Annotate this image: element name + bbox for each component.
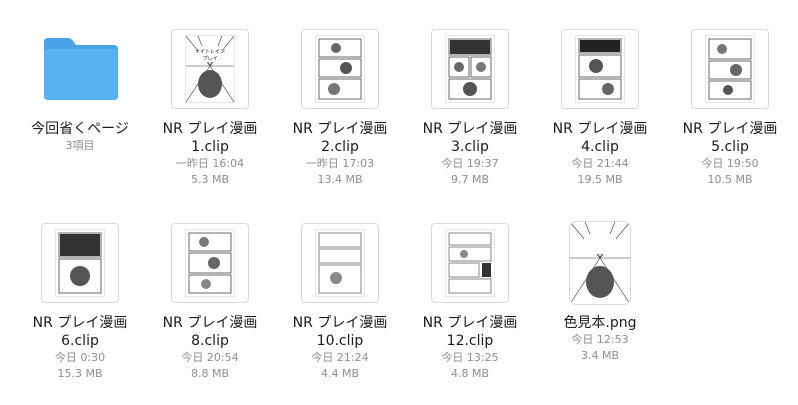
file-size: 4.4 MB [320, 367, 360, 380]
file-name: NR プレイ漫画 3.clip [422, 121, 518, 155]
file-name: NR プレイ漫画 5.clip [682, 121, 778, 155]
file-date: 今日 21:44 [571, 157, 629, 170]
file-date: 今日 0:30 [54, 351, 106, 364]
file-name: NR プレイ漫画 6.clip [32, 315, 128, 349]
clip-thumbnail [431, 223, 509, 303]
file-size: 8.8 MB [190, 367, 230, 380]
file-item-clip-3[interactable]: NR プレイ漫画 3.clip 今日 19:37 9.7 MB [405, 26, 535, 188]
file-name: NR プレイ漫画 10.clip [292, 315, 388, 349]
file-name: NR プレイ漫画 4.clip [552, 121, 648, 155]
manga-page-icon [316, 230, 364, 296]
manga-page-icon [316, 36, 364, 102]
file-item-folder[interactable]: 今回省くページ 3項目 [15, 26, 145, 154]
manga-page-icon [446, 230, 494, 296]
file-date: 3項目 [65, 139, 95, 152]
clip-thumbnail [171, 223, 249, 303]
png-thumbnail [570, 222, 630, 304]
file-date: 今日 19:37 [441, 157, 499, 170]
clip-thumbnail: ナイトレイン プレイ [171, 29, 249, 109]
file-date: 今日 13:25 [441, 351, 499, 364]
svg-text:プレイ: プレイ [202, 56, 217, 62]
file-item-clip-4[interactable]: NR プレイ漫画 4.clip 今日 21:44 19.5 MB [535, 26, 665, 188]
image-preview-icon [570, 222, 630, 304]
file-name: NR プレイ漫画 1.clip [162, 121, 258, 155]
file-date: 今日 19:50 [701, 157, 759, 170]
svg-text:ナイトレイン: ナイトレイン [195, 49, 225, 55]
file-size: 15.3 MB [57, 367, 103, 380]
clip-thumbnail [691, 29, 769, 109]
file-item-clip-5[interactable]: NR プレイ漫画 5.clip 今日 19:50 10.5 MB [665, 26, 795, 188]
file-item-clip-6[interactable]: NR プレイ漫画 6.clip 今日 0:30 15.3 MB [15, 220, 145, 382]
file-date: 今日 21:24 [311, 351, 369, 364]
file-date: 一昨日 17:03 [305, 157, 375, 170]
manga-page-icon: ナイトレイン プレイ [186, 36, 234, 102]
clip-thumbnail [301, 29, 379, 109]
clip-thumbnail [431, 29, 509, 109]
clip-thumbnail [561, 29, 639, 109]
file-item-png[interactable]: 色見本.png 今日 12:53 3.4 MB [535, 220, 665, 364]
file-size: 19.5 MB [577, 173, 623, 186]
clip-thumbnail [41, 223, 119, 303]
folder-icon [44, 38, 118, 100]
manga-page-icon [186, 230, 234, 296]
manga-page-icon [576, 36, 624, 102]
clip-thumbnail [301, 223, 379, 303]
file-size: 13.4 MB [317, 173, 363, 186]
file-name: 色見本.png [563, 315, 637, 331]
file-item-clip-8[interactable]: NR プレイ漫画 8.clip 今日 20:54 8.8 MB [145, 220, 275, 382]
file-date: 一昨日 16:04 [175, 157, 245, 170]
file-name: NR プレイ漫画 12.clip [422, 315, 518, 349]
file-size: 5.3 MB [190, 173, 230, 186]
file-size: 10.5 MB [707, 173, 753, 186]
file-size: 4.8 MB [450, 367, 490, 380]
file-date: 今日 12:53 [571, 333, 629, 346]
file-item-clip-1[interactable]: ナイトレイン プレイ NR プレイ漫画 1.clip 一昨日 16:04 5.3… [145, 26, 275, 188]
file-size: 3.4 MB [580, 349, 620, 362]
manga-page-icon [56, 230, 104, 296]
file-name: NR プレイ漫画 8.clip [162, 315, 258, 349]
file-size: 9.7 MB [450, 173, 490, 186]
file-item-clip-2[interactable]: NR プレイ漫画 2.clip 一昨日 17:03 13.4 MB [275, 26, 405, 188]
file-date: 今日 20:54 [181, 351, 239, 364]
file-item-clip-10[interactable]: NR プレイ漫画 10.clip 今日 21:24 4.4 MB [275, 220, 405, 382]
file-name: 今回省くページ [31, 121, 129, 137]
file-name: NR プレイ漫画 2.clip [292, 121, 388, 155]
manga-page-icon [446, 36, 494, 102]
file-item-clip-12[interactable]: NR プレイ漫画 12.clip 今日 13:25 4.8 MB [405, 220, 535, 382]
manga-page-icon [706, 36, 754, 102]
